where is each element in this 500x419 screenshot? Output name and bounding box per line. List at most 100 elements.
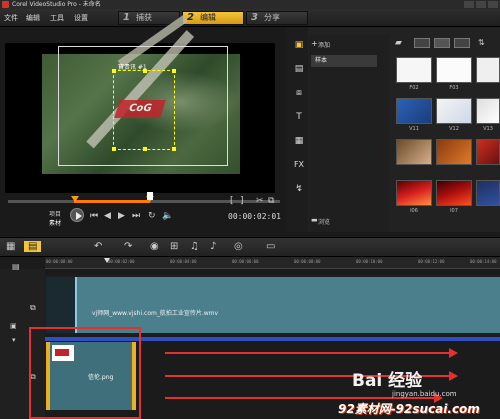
thumb-label: V13	[483, 126, 493, 132]
library-thumb[interactable]	[436, 139, 472, 165]
ruler-tick: 00:00:14:00	[470, 259, 497, 264]
ruler-tick: 00:00:08:00	[294, 259, 321, 264]
baidu-watermark: Bai 经验	[352, 371, 423, 391]
record-capture-icon[interactable]: ◉	[150, 241, 159, 252]
ruler-tick: 00:00:04:00	[170, 259, 197, 264]
redo-icon[interactable]: ↷	[124, 241, 132, 252]
browse-icon[interactable]: ▬	[311, 216, 318, 224]
library-thumb[interactable]	[476, 139, 500, 165]
library-thumb[interactable]	[396, 180, 432, 206]
show-audio-icon[interactable]	[454, 38, 470, 48]
timeline-toolbar	[0, 237, 500, 257]
step-edit[interactable]: 2 编辑	[182, 11, 244, 25]
smart-proxy-icon[interactable]: ⊞	[170, 241, 178, 252]
app-logo-icon	[2, 1, 9, 8]
arrow-annotation	[165, 348, 458, 358]
close-button[interactable]	[488, 1, 498, 8]
resize-handle[interactable]	[143, 147, 147, 151]
sort-icon[interactable]: ⇅	[478, 38, 485, 47]
menu-tools[interactable]: 工具	[50, 13, 64, 23]
ruler-tick: 00:00:06:00	[232, 259, 259, 264]
timeline-playhead-marker[interactable]	[104, 258, 110, 263]
library-thumb[interactable]	[436, 57, 472, 83]
mode-clip-label[interactable]: 素材	[49, 218, 61, 227]
library-thumb[interactable]	[396, 139, 432, 165]
thumb-label: I07	[450, 208, 458, 214]
thumb-label: V11	[409, 126, 419, 132]
folder-sample[interactable]: 样本	[311, 55, 377, 67]
library-thumb[interactable]	[396, 57, 432, 83]
resize-handle[interactable]	[112, 69, 116, 73]
menu-settings[interactable]: 设置	[74, 13, 88, 23]
expand-icon[interactable]: ▾	[12, 336, 16, 344]
mark-out-icon[interactable]: ]	[240, 196, 244, 206]
video-clip-label: vj师网_www.vjshi.com_航拍工业宣传片.wmv	[92, 310, 219, 317]
ruler-tick: 00:00:02:00	[108, 259, 135, 264]
cut-icon[interactable]: ✂	[256, 196, 264, 206]
title-icon[interactable]: T	[293, 112, 305, 122]
browse-label[interactable]: 浏览	[318, 217, 330, 226]
graphic-icon[interactable]: ▦	[293, 136, 305, 146]
video-track-icon[interactable]: ⧉	[30, 303, 36, 313]
timecode-display[interactable]: 00:00:02:01	[228, 212, 281, 221]
motion-track-icon[interactable]: ◎	[234, 241, 243, 252]
ripple-edit-icon[interactable]: ▣	[10, 322, 17, 330]
video-clip[interactable]	[75, 277, 500, 333]
transition-icon[interactable]: ⧈	[293, 88, 305, 98]
window-titlebar: Corel VideoStudio Pro - 未命名	[0, 0, 500, 9]
filter-icon[interactable]: FX	[293, 160, 305, 170]
trim-start-marker[interactable]	[71, 196, 79, 202]
storyboard-view-icon[interactable]: ▦	[6, 241, 15, 252]
show-image-icon[interactable]	[434, 38, 450, 48]
ruler-tick: 00:00:12:00	[418, 259, 445, 264]
library-thumb[interactable]	[436, 180, 472, 206]
play-button[interactable]	[70, 208, 84, 222]
library-thumb[interactable]	[476, 98, 500, 124]
ruler-tick: 00:00:10:00	[356, 259, 383, 264]
next-frame-icon[interactable]: ▶	[118, 211, 125, 221]
show-video-icon[interactable]	[414, 38, 430, 48]
resize-handle[interactable]	[172, 69, 176, 73]
home-icon[interactable]: ⏮	[90, 211, 98, 221]
undo-icon[interactable]: ↶	[94, 241, 102, 252]
menu-edit[interactable]: 编辑	[26, 13, 40, 23]
thumb-label: F02	[409, 85, 419, 91]
copy-icon[interactable]: ⧉	[268, 196, 274, 206]
mode-project-label[interactable]: 项目	[49, 209, 61, 218]
timeline-view-icon[interactable]: ▤	[24, 241, 42, 252]
maximize-button[interactable]	[476, 1, 486, 8]
prev-frame-icon[interactable]: ◀	[104, 211, 111, 221]
add-folder-label[interactable]: 添加	[318, 40, 330, 49]
audio-mixer-icon[interactable]: ♫	[190, 241, 199, 252]
playhead-handle[interactable]	[147, 192, 153, 200]
instant-project-icon[interactable]: ▤	[293, 64, 305, 74]
path-icon[interactable]: ↯	[293, 184, 305, 194]
minimize-button[interactable]	[464, 1, 474, 8]
video-clip-thumb[interactable]	[46, 277, 75, 333]
library-sidebar	[286, 27, 308, 232]
step-share[interactable]: 3 分享	[246, 11, 308, 25]
library-thumb[interactable]	[476, 57, 500, 83]
volume-icon[interactable]: 🔈	[162, 211, 173, 221]
add-icon[interactable]: +	[311, 39, 318, 48]
menu-file[interactable]: 文件	[4, 13, 18, 23]
library-thumb[interactable]	[476, 180, 500, 206]
folder-icon[interactable]: ▰	[395, 38, 402, 48]
auto-music-icon[interactable]: ♪	[210, 241, 216, 252]
highlight-box	[29, 327, 141, 419]
ruler-tick: 00:00:00:00	[46, 259, 73, 264]
resize-handle[interactable]	[172, 147, 176, 151]
site-watermark: 92素材网-92sucai.com	[338, 402, 480, 416]
thumb-label: I06	[410, 208, 418, 214]
end-icon[interactable]: ⏭	[132, 211, 140, 221]
baidu-url-watermark: jingyan.baidu.com	[392, 390, 457, 398]
library-thumb[interactable]	[436, 98, 472, 124]
track-manager-icon[interactable]: ▤	[12, 262, 20, 271]
media-icon[interactable]: ▣	[293, 40, 305, 50]
subtitle-editor-icon[interactable]: ▭	[266, 241, 275, 252]
menu-bar: 文件 编辑 工具 设置 1 捕获 2 编辑 3 分享	[0, 9, 500, 27]
resize-handle[interactable]	[112, 147, 116, 151]
mark-in-icon[interactable]: [	[230, 196, 234, 206]
library-thumb[interactable]	[396, 98, 432, 124]
repeat-icon[interactable]: ↻	[148, 211, 156, 221]
